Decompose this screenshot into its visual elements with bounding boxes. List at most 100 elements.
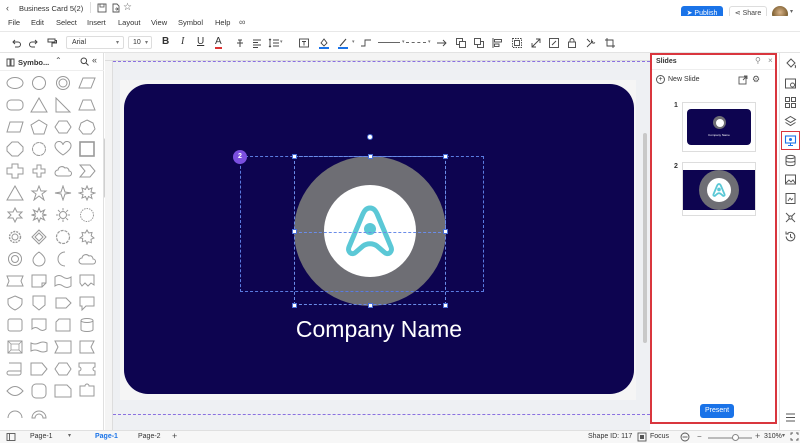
hexagon-shape-icon[interactable]	[54, 361, 72, 377]
ring-shape-icon[interactable]	[54, 75, 72, 91]
wave-shape-icon[interactable]	[54, 273, 72, 289]
sun-shape-icon[interactable]	[54, 207, 72, 223]
present-button[interactable]: Present	[700, 404, 734, 418]
mind-map-icon[interactable]	[784, 211, 797, 224]
trapezoid-shape-icon[interactable]	[78, 97, 96, 113]
menu-edit[interactable]: Edit	[31, 18, 44, 27]
menu-layout[interactable]: Layout	[118, 18, 141, 27]
tab-page-2[interactable]: Page-2	[138, 433, 161, 440]
resize-handle[interactable]	[443, 229, 448, 234]
menu-file[interactable]: File	[8, 18, 20, 27]
undo-icon[interactable]	[10, 37, 22, 49]
chevron-down-icon[interactable]: ▾	[428, 39, 431, 45]
add-page-icon[interactable]: +	[172, 431, 177, 441]
dash-style-icon[interactable]	[406, 42, 426, 43]
arrow-style-icon[interactable]	[436, 37, 448, 49]
plus-shape-icon[interactable]	[30, 163, 48, 179]
menu-help[interactable]: Help	[215, 18, 230, 27]
line-color-icon[interactable]	[337, 37, 349, 49]
bold-icon[interactable]: B	[162, 36, 169, 47]
shield-shape-icon[interactable]	[6, 295, 24, 311]
document-shape-icon[interactable]	[30, 317, 48, 333]
chevron-down-icon[interactable]: ▾	[402, 39, 405, 45]
chevron-down-icon[interactable]: ▾	[280, 39, 283, 45]
arc-shape-icon[interactable]	[6, 405, 24, 421]
cloud-shape-icon[interactable]	[78, 251, 96, 267]
lens-shape-icon[interactable]	[6, 383, 24, 399]
data-icon[interactable]	[784, 154, 797, 167]
menu-insert[interactable]: Insert	[87, 18, 106, 27]
settings-icon[interactable]: ⚙	[752, 74, 760, 85]
chevron-up-icon[interactable]: ⌃	[55, 56, 62, 65]
cross-shape-icon[interactable]	[6, 163, 24, 179]
triangle-shape-icon[interactable]	[30, 97, 48, 113]
four-point-star-shape-icon[interactable]	[54, 185, 72, 201]
frame-shape-icon[interactable]	[6, 317, 24, 333]
connector-icon[interactable]	[360, 37, 372, 49]
diamond-shape-icon[interactable]	[30, 229, 48, 245]
resize-handle[interactable]	[443, 303, 448, 308]
heptagon-shape-icon[interactable]	[78, 119, 96, 135]
panel-toggle-icon[interactable]	[784, 411, 797, 424]
folded-corner-shape-icon[interactable]	[30, 273, 48, 289]
rosette-shape-icon[interactable]	[78, 229, 96, 245]
library-icon[interactable]	[6, 58, 15, 67]
octagon-shape-icon[interactable]	[6, 141, 24, 157]
history-icon[interactable]	[784, 230, 797, 243]
tools-icon[interactable]	[585, 37, 597, 49]
notch-shape-icon[interactable]	[54, 339, 72, 355]
resize-handle[interactable]	[292, 303, 297, 308]
scalloped-circle-shape-icon[interactable]	[54, 229, 72, 245]
underline-icon[interactable]: U	[197, 36, 204, 47]
ellipse-shape-icon[interactable]	[6, 75, 24, 91]
bring-front-icon[interactable]	[455, 37, 467, 49]
zoom-out-icon[interactable]: −	[697, 432, 702, 441]
menu-symbol[interactable]: Symbol	[178, 18, 203, 27]
flag-shape-icon[interactable]	[78, 339, 96, 355]
italic-icon[interactable]: I	[181, 36, 184, 47]
redo-icon[interactable]	[28, 37, 40, 49]
save-icon[interactable]	[97, 3, 107, 13]
close-icon[interactable]: ×	[768, 56, 773, 65]
seal-shape-icon[interactable]	[78, 207, 96, 223]
group-icon[interactable]	[511, 37, 523, 49]
bevel-shape-icon[interactable]	[6, 339, 24, 355]
layers-icon[interactable]	[784, 115, 797, 128]
symbol-panel-title[interactable]: Symbo...	[18, 58, 49, 67]
align-objects-icon[interactable]	[492, 37, 504, 49]
rounded-rect-shape-icon[interactable]	[6, 97, 24, 113]
resize-handle[interactable]	[368, 154, 373, 159]
line-style-icon[interactable]	[378, 42, 400, 43]
crop-icon[interactable]	[604, 37, 616, 49]
ribbon-shape-icon[interactable]	[6, 273, 24, 289]
tab-page-1[interactable]: Page-1	[95, 433, 118, 440]
triangle-down-shape-icon[interactable]	[6, 185, 24, 201]
text-box-icon[interactable]	[298, 37, 310, 49]
resize-handle[interactable]	[443, 154, 448, 159]
page-layout-icon[interactable]	[6, 432, 16, 442]
callout-shape-icon[interactable]	[78, 295, 96, 311]
zoom-in-icon[interactable]: +	[755, 431, 760, 441]
slides-icon[interactable]	[784, 134, 797, 147]
decagon-shape-icon[interactable]	[30, 141, 48, 157]
slide-thumbnail[interactable]: Company Name	[682, 102, 756, 152]
rotate-handle[interactable]	[367, 134, 373, 140]
picture-icon[interactable]	[784, 173, 797, 186]
slide-thumbnail[interactable]	[682, 162, 756, 216]
parallelogram-shape-icon[interactable]	[78, 75, 96, 91]
badge-shape-icon[interactable]	[30, 295, 48, 311]
text-color-icon[interactable]: A	[215, 36, 222, 49]
chevron-down-icon[interactable]: ▾	[68, 432, 71, 439]
business-card[interactable]: Company Name 2	[124, 84, 634, 394]
block-arc-shape-icon[interactable]	[30, 405, 48, 421]
focus-mode-label[interactable]: Focus	[650, 433, 669, 440]
chevron-down-icon[interactable]: ▾	[790, 8, 793, 15]
fill-color-icon[interactable]	[318, 37, 330, 49]
cylinder-shape-icon[interactable]	[78, 317, 96, 333]
strikethrough-icon[interactable]	[234, 37, 246, 49]
layers-toggle-icon[interactable]	[637, 432, 647, 442]
format-painter-icon[interactable]	[46, 37, 58, 49]
export-slides-icon[interactable]	[738, 75, 748, 85]
circle-shape-icon[interactable]	[30, 75, 48, 91]
hexagon-shape-icon[interactable]	[54, 119, 72, 135]
